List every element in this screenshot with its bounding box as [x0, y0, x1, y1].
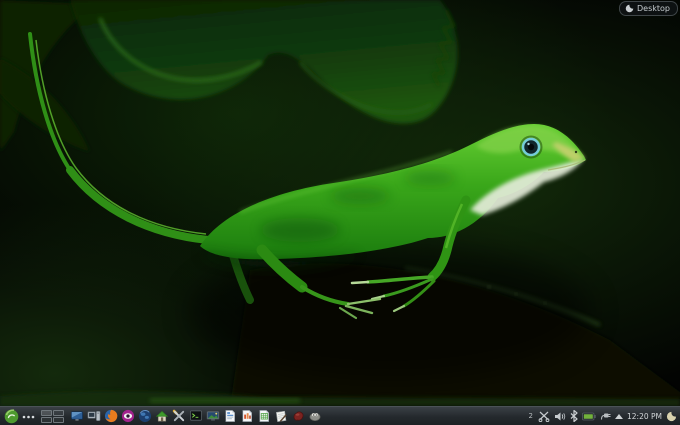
power-plug-tray-item[interactable]: [600, 409, 611, 423]
overflow-dots-button[interactable]: [21, 409, 36, 424]
screen-photo-icon: [206, 411, 219, 421]
bluetooth-icon: [570, 410, 578, 422]
quicklaunch-home-folder[interactable]: [154, 409, 169, 424]
quicklaunch-display[interactable]: [69, 409, 84, 424]
power-plug-icon: [600, 413, 611, 420]
quicklaunch-eye-viewer[interactable]: [120, 409, 135, 424]
volume-tray-item[interactable]: [554, 409, 566, 423]
panel-toolbox-button[interactable]: [666, 411, 677, 422]
pager-desktop-4[interactable]: [53, 416, 64, 423]
quicklaunch-impress[interactable]: [239, 409, 254, 424]
eye-viewer-icon: [121, 409, 134, 423]
home-folder-icon: [155, 410, 168, 422]
application-launcher-button[interactable]: [3, 408, 19, 424]
plasma-cashew-icon: [625, 4, 634, 13]
tray-count-badge: 2: [528, 412, 533, 420]
quicklaunch-gimp[interactable]: [307, 409, 322, 424]
panel-clock[interactable]: 12:20 PM: [627, 412, 662, 421]
wax-seal-icon: [293, 411, 303, 421]
tray-expand-arrow[interactable]: [615, 413, 623, 419]
quicklaunch-calc[interactable]: [256, 409, 271, 424]
terminal-icon: [189, 410, 202, 421]
utilities-tools-icon: [172, 409, 184, 422]
kickoff-launcher-icon: [4, 408, 18, 423]
panel-left-group: [3, 408, 322, 424]
panel-right-group: 2 12:20 PM: [528, 409, 677, 423]
panel-cashew-icon: [666, 411, 677, 421]
computer-icon: [87, 411, 100, 421]
calc-document-icon: [258, 410, 269, 422]
quicklaunch-utilities[interactable]: [171, 409, 186, 424]
pager-desktop-1[interactable]: [41, 409, 52, 416]
overflow-dots-icon: [22, 415, 35, 419]
letter-pen-icon: [275, 410, 287, 422]
writer-document-icon: [224, 410, 235, 422]
desktop-toolbox-button[interactable]: Desktop: [619, 1, 678, 16]
pager-desktop-3[interactable]: [41, 416, 52, 423]
pager-desktop-2[interactable]: [53, 409, 64, 416]
desktop: Desktop 2 12:20 PM: [0, 0, 680, 425]
display-monitor-icon: [70, 411, 83, 421]
quicklaunch-computer[interactable]: [86, 409, 101, 424]
wallpaper-lizard: [0, 0, 680, 406]
quicklaunch-wax-seal[interactable]: [290, 409, 305, 424]
virtual-desktop-pager: [41, 409, 64, 423]
clipboard-tray-item[interactable]: [538, 409, 550, 423]
clipboard-scissors-icon: [538, 411, 550, 422]
quicklaunch-writer[interactable]: [222, 409, 237, 424]
bluetooth-tray-item[interactable]: [570, 409, 578, 423]
battery-tray-item[interactable]: [582, 409, 596, 423]
gimp-mascot-icon: [309, 412, 320, 421]
quicklaunch-letter-pen[interactable]: [273, 409, 288, 424]
quicklaunch-firefox[interactable]: [103, 409, 118, 424]
impress-document-icon: [241, 410, 252, 422]
toolbox-label: Desktop: [637, 4, 670, 13]
bottom-panel: 2 12:20 PM: [0, 406, 680, 425]
quicklaunch-screen-photo[interactable]: [205, 409, 220, 424]
firefox-icon: [104, 409, 117, 423]
quicklaunch-terminal[interactable]: [188, 409, 203, 424]
globe-browser-icon: [138, 409, 151, 423]
volume-icon: [555, 412, 566, 420]
quicklaunch-browser-globe[interactable]: [137, 409, 152, 424]
battery-icon: [582, 412, 596, 420]
